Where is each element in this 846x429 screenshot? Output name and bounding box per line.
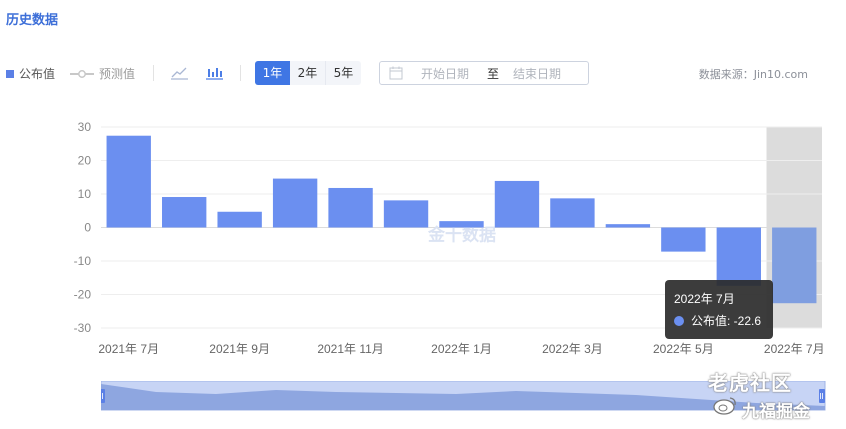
weibo-icon bbox=[713, 397, 736, 415]
date-separator: 至 bbox=[487, 66, 500, 81]
x-tick-label: 2021年 7月 bbox=[98, 342, 159, 356]
tooltip-marker bbox=[674, 316, 684, 326]
bar bbox=[217, 211, 262, 228]
line-chart-icon[interactable] bbox=[171, 65, 188, 84]
start-date-input[interactable]: 开始日期 bbox=[421, 65, 479, 82]
range-2y-button[interactable]: 2年 bbox=[290, 61, 326, 85]
bar bbox=[550, 198, 595, 228]
bar-chart-icon[interactable] bbox=[206, 65, 223, 84]
x-tick-label: 2022年 7月 bbox=[764, 342, 825, 356]
bar bbox=[162, 197, 207, 228]
bar bbox=[716, 227, 761, 286]
bar bbox=[661, 227, 706, 252]
toolbar-divider bbox=[240, 65, 241, 81]
date-range-picker[interactable]: 开始日期 至 结束日期 bbox=[379, 61, 589, 85]
bar bbox=[272, 178, 318, 228]
community-watermark: 老虎社区 bbox=[708, 371, 792, 395]
y-tick-label: 30 bbox=[78, 120, 92, 134]
x-tick-label: 2022年 1月 bbox=[431, 342, 492, 356]
toolbar-divider bbox=[153, 65, 154, 81]
x-tick-label: 2021年 9月 bbox=[209, 342, 270, 356]
zoom-right-handle[interactable] bbox=[819, 389, 825, 403]
y-tick-label: -10 bbox=[74, 254, 92, 268]
bar bbox=[439, 221, 484, 228]
legend-published-label: 公布值 bbox=[19, 67, 56, 81]
tooltip-title: 2022年 7月 bbox=[674, 292, 735, 306]
range-selector: 1年 2年 5年 bbox=[255, 61, 361, 85]
bar bbox=[328, 187, 373, 228]
legend-forecast-label: 预测值 bbox=[99, 67, 136, 81]
range-5y-button[interactable]: 5年 bbox=[326, 61, 361, 85]
chart-watermark: 金十数据 bbox=[427, 225, 496, 246]
tooltip-value: 公布值: -22.6 bbox=[691, 313, 761, 328]
y-tick-label: -30 bbox=[74, 321, 92, 335]
tooltip-box bbox=[665, 280, 773, 339]
page-title: 历史数据 bbox=[6, 13, 59, 28]
legend-published-swatch bbox=[6, 69, 14, 78]
x-tick-label: 2021年 11月 bbox=[317, 342, 384, 356]
calendar-icon bbox=[389, 66, 403, 80]
y-tick-label: 0 bbox=[84, 221, 91, 235]
bar bbox=[106, 135, 151, 228]
zoom-left-handle[interactable] bbox=[101, 389, 105, 403]
legend-forecast-swatch bbox=[70, 69, 94, 78]
y-tick-label: 20 bbox=[78, 154, 92, 168]
range-1y-button[interactable]: 1年 bbox=[255, 61, 290, 85]
legend-forecast[interactable]: 预测值 bbox=[70, 65, 135, 82]
data-source: 数据来源：Jin10.com bbox=[698, 68, 808, 81]
x-tick-label: 2022年 5月 bbox=[653, 342, 714, 356]
y-tick-label: -20 bbox=[74, 288, 92, 302]
author-watermark: 九福掘金 bbox=[742, 402, 810, 422]
y-tick-label: 10 bbox=[78, 187, 92, 201]
bar bbox=[772, 227, 817, 304]
legend-published[interactable]: 公布值 bbox=[6, 65, 55, 82]
x-tick-label: 2022年 3月 bbox=[542, 342, 603, 356]
bar bbox=[494, 180, 540, 228]
chart-toolbar: 公布值 预测值 1年 2年 5年 开始日期 至 结束日期 数据来源：Jin10.… bbox=[0, 60, 846, 86]
bar bbox=[383, 200, 429, 228]
end-date-input[interactable]: 结束日期 bbox=[513, 65, 561, 82]
bar bbox=[605, 224, 651, 228]
bar-chart: 30 20 10 0 -10 -20 -30 金十数据 2021年 7月 2021年 9月 20… bbox=[74, 120, 825, 356]
